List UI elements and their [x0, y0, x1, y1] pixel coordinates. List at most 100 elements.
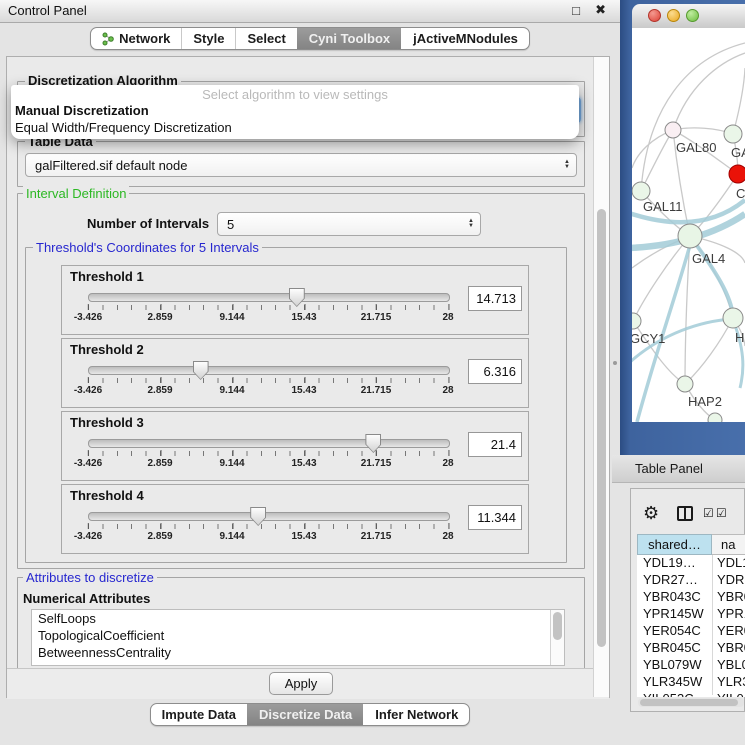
dropdown-hint: Select algorithm to view settings [11, 85, 579, 102]
threshold-3-label: Threshold 3 [70, 415, 144, 430]
panel-scrollbar[interactable] [593, 57, 609, 697]
tick-label: -3.426 [74, 312, 102, 323]
apply-button[interactable]: Apply [269, 672, 333, 695]
table-rows: YDL19…YDL1 YDR27…YDR2 YBR043CYBR0 YPR145… [637, 555, 745, 697]
table-panel-title: Table Panel [635, 461, 703, 476]
table-row[interactable]: YER054CYER0 [637, 623, 745, 640]
node-selected-red[interactable] [729, 165, 745, 183]
threshold-1-value-field[interactable]: 14.713 [468, 286, 522, 311]
node-label: C [736, 186, 745, 201]
tab-label: Cyni Toolbox [309, 31, 390, 46]
table-row[interactable]: YBL079WYBL0 [637, 657, 745, 674]
tab-discretize-data[interactable]: Discretize Data [247, 704, 363, 725]
list-item[interactable]: SelfLoops [32, 610, 564, 627]
threshold-4-label: Threshold 4 [70, 488, 144, 503]
table-row[interactable]: YIL053CYIL0 [637, 691, 745, 697]
table-row[interactable]: YBR043CYBR0 [637, 589, 745, 606]
tick-label: 9.144 [219, 385, 244, 396]
tab-style[interactable]: Style [181, 28, 235, 49]
number-of-intervals-combobox[interactable]: 5 ▲▼ [217, 212, 481, 236]
tab-network[interactable]: Network [91, 28, 181, 49]
table-data-combobox[interactable]: galFiltered.sif default node ▲▼ [25, 153, 577, 177]
zoom-traffic-light[interactable] [686, 9, 699, 22]
tick-label: 15.43 [291, 531, 316, 542]
slider-ticks [88, 378, 448, 383]
slider-tick-labels: -3.426 2.859 9.144 15.43 21.715 28 [88, 531, 448, 543]
column-divider [712, 555, 713, 695]
node-partial[interactable] [708, 413, 722, 422]
tab-select[interactable]: Select [235, 28, 296, 49]
tab-cyni-toolbox[interactable]: Cyni Toolbox [297, 28, 401, 49]
threshold-1-slider[interactable] [88, 293, 450, 302]
tab-jactivemnodules[interactable]: jActiveMNodules [401, 28, 529, 49]
list-item[interactable]: BetweennessCentrality [32, 644, 564, 661]
table-row[interactable]: YLR345WYLR3 [637, 674, 745, 691]
columns-icon[interactable] [677, 506, 693, 521]
table-row[interactable]: YDL19…YDL1 [637, 555, 745, 572]
network-canvas[interactable]: GAL80 GA C GAL11 GAL4 GCY1 H HAP2 [632, 28, 745, 422]
select-none-checkbox-icon[interactable]: ☑ [716, 506, 727, 520]
table-row[interactable]: YBR045CYBR0 [637, 640, 745, 657]
node-gal80[interactable] [665, 122, 681, 138]
node-label: GAL4 [692, 251, 725, 266]
tick-label: 9.144 [219, 458, 244, 469]
tick-label: 21.715 [361, 531, 392, 542]
node-gal4[interactable] [678, 224, 702, 248]
numerical-attributes-list: SelfLoops TopologicalCoefficient Between… [31, 609, 565, 666]
network-window-titlebar[interactable] [632, 4, 745, 29]
gear-icon[interactable]: ⚙ [643, 503, 659, 524]
threshold-3-value-field[interactable]: 21.4 [468, 432, 522, 457]
screen: Control Panel □ ✖ Network Style Select C… [0, 0, 745, 745]
combo-arrows-icon: ▲▼ [564, 160, 570, 170]
panel-title: Control Panel [8, 3, 87, 18]
tick-label: 2.859 [147, 385, 172, 396]
tick-label: 28 [442, 531, 453, 542]
tick-label: -3.426 [74, 385, 102, 396]
threshold-coordinates-title: Threshold's Coordinates for 5 Intervals [33, 240, 262, 255]
tab-infer-network[interactable]: Infer Network [363, 704, 469, 725]
float-window-icon[interactable]: □ [572, 3, 580, 18]
table-horizontal-scrollbar[interactable] [638, 698, 744, 707]
tab-label: Impute Data [162, 707, 236, 722]
top-tab-group: Network Style Select Cyni Toolbox jActiv… [90, 27, 530, 50]
splitter-handle[interactable] [613, 361, 617, 365]
column-header-shared[interactable]: shared… [637, 534, 712, 555]
number-of-intervals-label: Number of Intervals [87, 216, 209, 231]
node-label: HAP2 [688, 394, 722, 409]
close-icon[interactable]: ✖ [595, 2, 606, 18]
node-hap2[interactable] [677, 376, 693, 392]
close-traffic-light[interactable] [648, 9, 661, 22]
node-gal11[interactable] [632, 182, 650, 200]
tick-label: 15.43 [291, 312, 316, 323]
attributes-group-title: Attributes to discretize [23, 570, 157, 585]
threshold-3-slider[interactable] [88, 439, 450, 448]
table-panel-titlebar: Table Panel [612, 455, 745, 483]
threshold-2-label: Threshold 2 [70, 342, 144, 357]
tick-label: -3.426 [74, 531, 102, 542]
list-scrollbar[interactable] [550, 610, 564, 665]
dropdown-item-equal-width-frequency[interactable]: Equal Width/Frequency Discretization [11, 119, 579, 136]
table-row[interactable]: YPR145WYPR1 [637, 606, 745, 623]
tick-label: 15.43 [291, 385, 316, 396]
slider-ticks [88, 451, 448, 456]
node-ga[interactable] [724, 125, 742, 143]
threshold-2-value-field[interactable]: 6.316 [468, 359, 522, 384]
dropdown-item-manual-discretization[interactable]: Manual Discretization [11, 102, 579, 119]
slider-tick-labels: -3.426 2.859 9.144 15.43 21.715 28 [88, 385, 448, 397]
minimize-traffic-light[interactable] [667, 9, 680, 22]
threshold-2-panel: Threshold 2 -3.426 2.859 9.144 15.43 21.… [61, 338, 529, 408]
node-gcy1[interactable] [632, 313, 641, 329]
node-label: GCY1 [632, 331, 665, 346]
column-header-name[interactable]: na [712, 534, 745, 555]
threshold-4-value-field[interactable]: 11.344 [468, 505, 522, 530]
select-all-checkbox-icon[interactable]: ☑ [703, 506, 714, 520]
tab-label: Infer Network [375, 707, 458, 722]
list-item[interactable]: TopologicalCoefficient [32, 627, 564, 644]
table-row[interactable]: YDR27…YDR2 [637, 572, 745, 589]
tab-impute-data[interactable]: Impute Data [151, 704, 247, 725]
threshold-2-slider[interactable] [88, 366, 450, 375]
tick-label: 21.715 [361, 312, 392, 323]
node-h[interactable] [723, 308, 743, 328]
tick-label: 21.715 [361, 385, 392, 396]
threshold-4-slider[interactable] [88, 512, 450, 521]
